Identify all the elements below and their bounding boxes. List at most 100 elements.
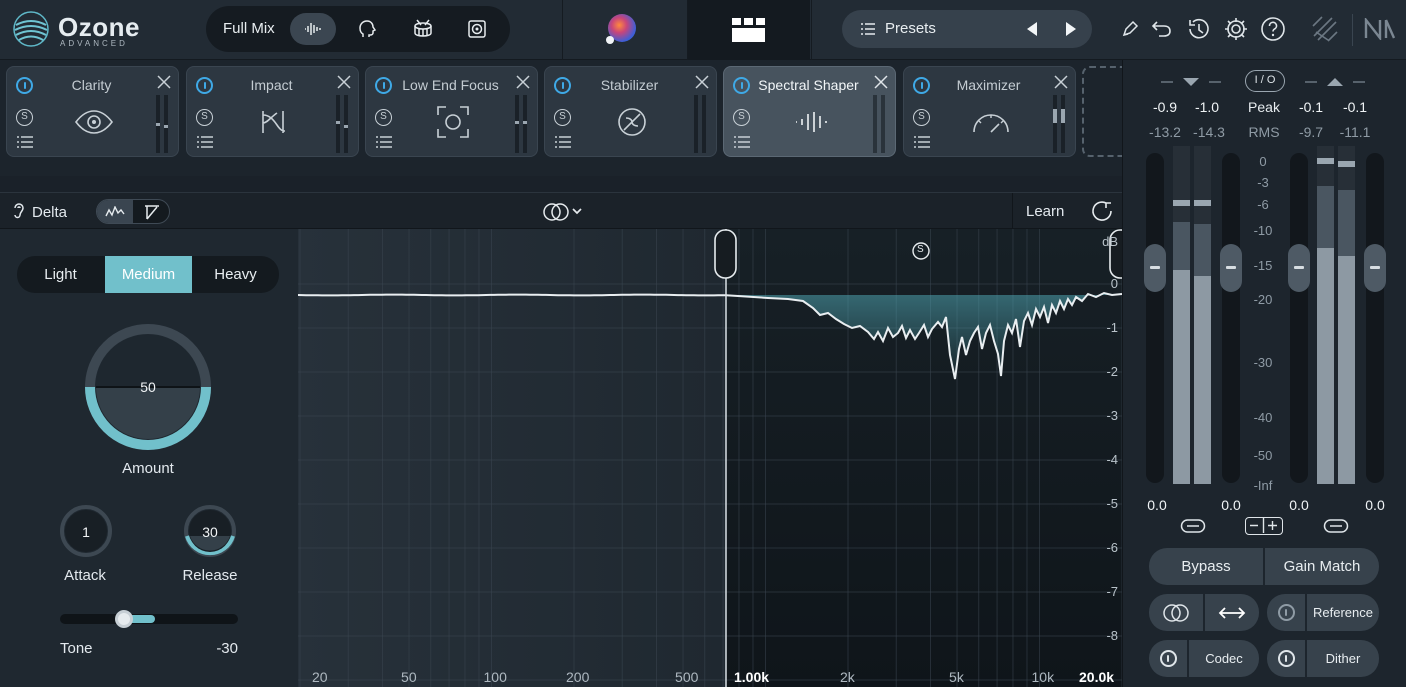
gain-match-button[interactable]: Gain Match [1265, 548, 1379, 585]
ni-logo-icon[interactable] [1364, 16, 1396, 42]
power-icon[interactable] [733, 77, 750, 94]
input-gain-right-track[interactable] [1222, 153, 1240, 483]
input-gain-left-track[interactable] [1146, 153, 1164, 483]
help-icon[interactable] [1260, 16, 1286, 42]
close-icon[interactable] [336, 74, 352, 90]
solo-icon[interactable]: S [733, 109, 750, 126]
solo-icon[interactable]: S [554, 109, 571, 126]
reference-power-button[interactable] [1267, 594, 1305, 631]
output-link-icon[interactable] [1323, 518, 1349, 534]
module-maximizer[interactable]: S Maximizer [903, 66, 1076, 157]
history-icon[interactable] [1186, 16, 1212, 42]
menu-icon[interactable] [376, 136, 392, 148]
mode-label[interactable]: Full Mix [223, 20, 275, 37]
speaker-icon[interactable] [454, 13, 500, 45]
close-icon[interactable] [873, 74, 889, 90]
mode-heavy-button[interactable]: Heavy [192, 256, 279, 293]
output-gain-right-track[interactable] [1366, 153, 1384, 483]
waveform-icon[interactable] [290, 13, 336, 45]
pencil-icon[interactable] [1117, 16, 1143, 42]
input-link-icon[interactable] [1180, 518, 1206, 534]
output-gain-right-value[interactable]: 0.0 [1355, 497, 1395, 513]
output-gain-left-track[interactable] [1290, 153, 1308, 483]
solo-icon[interactable]: S [913, 109, 930, 126]
gear-icon[interactable] [1223, 16, 1249, 42]
mode-medium-button[interactable]: Medium [105, 256, 192, 293]
vocal-head-icon[interactable] [344, 13, 390, 45]
stereo-mode-button[interactable] [1149, 594, 1203, 631]
module-impact[interactable]: S Impact [186, 66, 359, 157]
close-icon[interactable] [156, 74, 172, 90]
freq-tick-label: 5k [949, 669, 964, 685]
db-tick-label: -8 [1106, 628, 1118, 643]
menu-icon[interactable] [914, 136, 930, 148]
gain-offset-control[interactable] [1245, 517, 1283, 535]
menu-icon[interactable] [734, 136, 750, 148]
menu-icon[interactable] [555, 136, 571, 148]
module-low-end-focus[interactable]: S Low End Focus [365, 66, 538, 157]
solo-icon[interactable]: S [16, 109, 33, 126]
module-meter [1053, 95, 1065, 153]
power-icon[interactable] [375, 77, 392, 94]
dither-power-button[interactable] [1267, 640, 1305, 677]
output-gain-left-handle[interactable] [1288, 244, 1310, 292]
solo-icon[interactable]: S [375, 109, 392, 126]
tone-slider-thumb[interactable] [115, 610, 133, 628]
menu-icon[interactable] [197, 136, 213, 148]
power-icon [1277, 604, 1295, 621]
input-gain-left-handle[interactable] [1144, 244, 1166, 292]
bypass-button[interactable]: Bypass [1149, 548, 1263, 585]
module-clarity[interactable]: S Clarity [6, 66, 179, 157]
band-solo-label[interactable]: S [917, 244, 924, 255]
input-meter-left [1173, 146, 1190, 484]
transfer-view-icon[interactable] [134, 200, 170, 223]
ozone-logo[interactable]: Ozone ADVANCED [12, 10, 147, 50]
input-gain-right-handle[interactable] [1220, 244, 1242, 292]
reference-button[interactable]: Reference [1307, 594, 1379, 631]
spectrum-view-icon[interactable] [97, 200, 133, 223]
power-icon[interactable] [196, 77, 213, 94]
presets-bar[interactable]: Presets [842, 10, 1092, 48]
db-tick-label: 0 [1110, 276, 1118, 291]
power-icon[interactable] [913, 77, 930, 94]
module-meter [694, 95, 706, 153]
output-gain-right-handle[interactable] [1364, 244, 1386, 292]
drum-icon[interactable] [400, 13, 446, 45]
stereo-mode-selector[interactable] [541, 201, 587, 223]
solo-icon[interactable]: S [196, 109, 213, 126]
close-icon[interactable] [694, 74, 710, 90]
delta-button[interactable]: Delta [12, 202, 67, 221]
close-icon[interactable] [1053, 74, 1069, 90]
module-spectral-shaper[interactable]: S Spectral Shaper [723, 66, 896, 157]
io-toggle-button[interactable]: I / O [1245, 70, 1285, 92]
output-collapse-icon[interactable] [1305, 76, 1365, 88]
previous-preset-button[interactable] [1025, 21, 1039, 37]
codec-button[interactable]: Codec [1189, 640, 1259, 677]
input-collapse-icon[interactable] [1161, 76, 1221, 88]
menu-icon[interactable] [17, 136, 33, 148]
next-preset-button[interactable] [1064, 21, 1078, 37]
ozone-sync-icon[interactable] [1310, 14, 1340, 44]
mode-light-button[interactable]: Light [17, 256, 104, 293]
input-gain-left-value[interactable]: 0.0 [1137, 497, 1177, 513]
reset-icon[interactable] [1090, 199, 1114, 223]
spectral-bars-icon [784, 105, 838, 139]
spectrum-display[interactable]: S dB 0 -1 -2 -3 -4 -5 -6 -7 -8 20 50 100 200 500 1.00… [298, 229, 1122, 687]
swap-channels-button[interactable] [1205, 594, 1259, 631]
dither-button[interactable]: Dither [1307, 640, 1379, 677]
codec-power-button[interactable] [1149, 640, 1187, 677]
input-gain-right-value[interactable]: 0.0 [1211, 497, 1251, 513]
master-assistant-icon[interactable] [600, 10, 640, 50]
meter-scale-label: -30 [1253, 355, 1273, 370]
power-icon[interactable] [16, 77, 33, 94]
divider [562, 0, 563, 60]
module-stabilizer[interactable]: S Stabilizer [544, 66, 717, 157]
undo-icon[interactable] [1149, 16, 1175, 42]
add-module-slot[interactable] [1082, 66, 1122, 157]
power-icon[interactable] [554, 77, 571, 94]
close-icon[interactable] [515, 74, 531, 90]
output-gain-left-value[interactable]: 0.0 [1279, 497, 1319, 513]
freq-tick-label: 2k [840, 669, 855, 685]
learn-button[interactable]: Learn [1026, 203, 1064, 220]
modules-view-button[interactable] [688, 0, 810, 60]
